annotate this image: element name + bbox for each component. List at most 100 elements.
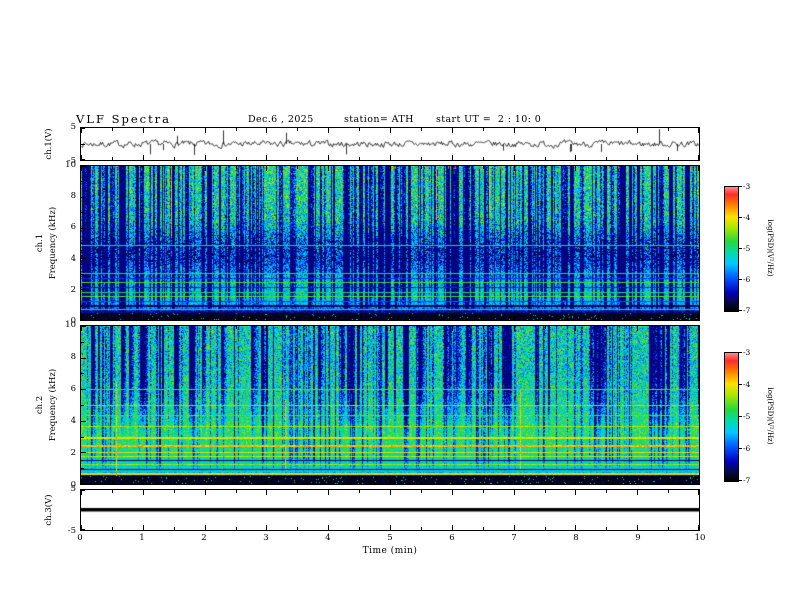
axis-tick	[297, 317, 298, 320]
axis-tick	[81, 128, 85, 129]
axis-tick	[452, 155, 453, 160]
date-label: Dec.6 , 2025	[248, 114, 314, 125]
axis-tick	[545, 481, 546, 484]
axis-tick-label: 5	[70, 484, 76, 494]
axis-tick	[698, 155, 699, 160]
axis-tick	[421, 128, 422, 131]
axis-tick	[81, 319, 86, 320]
axis-tick	[421, 157, 422, 160]
axis-tick	[205, 479, 206, 484]
axis-tick	[698, 315, 699, 320]
axis-tick	[297, 527, 298, 530]
axis-tick	[81, 358, 86, 359]
ch3v-ylabel: ch.3(V)	[44, 494, 54, 526]
axis-tick	[421, 166, 422, 169]
axis-tick	[112, 166, 113, 169]
axis-tick	[452, 479, 453, 484]
axis-tick	[205, 326, 206, 331]
axis-tick	[174, 490, 175, 493]
axis-tick	[328, 525, 329, 530]
axis-tick	[236, 157, 237, 160]
axis-tick-label: 9	[635, 533, 641, 543]
axis-tick	[359, 128, 360, 131]
axis-tick	[174, 166, 175, 169]
axis-tick	[514, 525, 515, 530]
axis-tick	[359, 527, 360, 530]
axis-tick	[205, 166, 206, 171]
axis-tick	[483, 326, 484, 329]
axis-tick	[328, 479, 329, 484]
axis-tick	[483, 157, 484, 160]
axis-tick	[236, 317, 237, 320]
axis-tick	[575, 326, 576, 331]
axis-tick	[606, 166, 607, 169]
axis-tick-label: 4	[70, 253, 76, 264]
axis-tick	[359, 157, 360, 160]
axis-tick	[739, 384, 742, 385]
ch2spec-ylabel: Frequency (kHz)	[48, 368, 58, 442]
axis-tick	[390, 315, 391, 320]
axis-tick	[143, 128, 144, 133]
axis-tick-label: 5	[387, 533, 393, 543]
axis-tick-label: 6	[449, 533, 455, 543]
axis-tick	[359, 317, 360, 320]
axis-tick	[514, 155, 515, 160]
axis-tick	[668, 490, 669, 493]
axis-tick	[739, 217, 742, 218]
axis-tick	[606, 527, 607, 530]
axis-tick	[668, 157, 669, 160]
axis-tick	[739, 310, 742, 311]
ch2spec-channel-label: ch.2	[35, 395, 45, 415]
axis-tick-label: 4	[325, 533, 331, 543]
axis-tick	[205, 155, 206, 160]
axis-tick	[545, 326, 546, 329]
axis-tick-label: 3	[263, 533, 269, 543]
axis-tick	[174, 481, 175, 484]
axis-tick	[236, 166, 237, 169]
axis-tick-label: 0	[77, 533, 83, 543]
axis-tick	[236, 527, 237, 530]
axis-tick	[236, 128, 237, 131]
axis-tick	[266, 155, 267, 160]
axis-tick	[483, 490, 484, 493]
axis-tick	[698, 479, 699, 484]
axis-tick	[421, 317, 422, 320]
ch1v-ylabel: ch.1(V)	[44, 128, 54, 160]
axis-tick	[668, 317, 669, 320]
axis-tick	[452, 525, 453, 530]
axis-tick	[545, 490, 546, 493]
axis-tick	[514, 315, 515, 320]
axis-tick	[359, 326, 360, 329]
axis-tick	[698, 128, 699, 133]
axis-tick	[81, 452, 86, 453]
axis-tick-label: 8	[70, 191, 76, 202]
axis-tick-label: 7	[511, 533, 517, 543]
axis-tick	[575, 525, 576, 530]
axis-tick	[174, 128, 175, 131]
axis-tick	[668, 326, 669, 329]
axis-tick	[359, 481, 360, 484]
axis-tick	[297, 490, 298, 493]
ch1-spectrogram-panel	[80, 165, 700, 321]
axis-tick-label: 6	[70, 222, 76, 233]
axis-tick	[112, 481, 113, 484]
colorbar-ch1	[724, 186, 739, 312]
axis-tick	[112, 317, 113, 320]
ch3-voltage-panel	[80, 489, 700, 531]
axis-tick	[514, 490, 515, 495]
axis-tick	[328, 326, 329, 331]
axis-tick	[236, 326, 237, 329]
axis-tick	[698, 490, 699, 495]
axis-tick	[606, 128, 607, 131]
axis-tick	[668, 166, 669, 169]
axis-tick-label: 10	[694, 533, 706, 543]
axis-tick	[205, 128, 206, 133]
ch2-spectrogram-panel	[80, 325, 700, 485]
axis-tick	[668, 128, 669, 131]
axis-tick	[452, 166, 453, 171]
ch2-spectrogram	[81, 326, 699, 484]
axis-tick	[328, 490, 329, 495]
axis-tick	[81, 258, 86, 259]
axis-tick	[328, 166, 329, 171]
axis-tick	[739, 279, 742, 280]
